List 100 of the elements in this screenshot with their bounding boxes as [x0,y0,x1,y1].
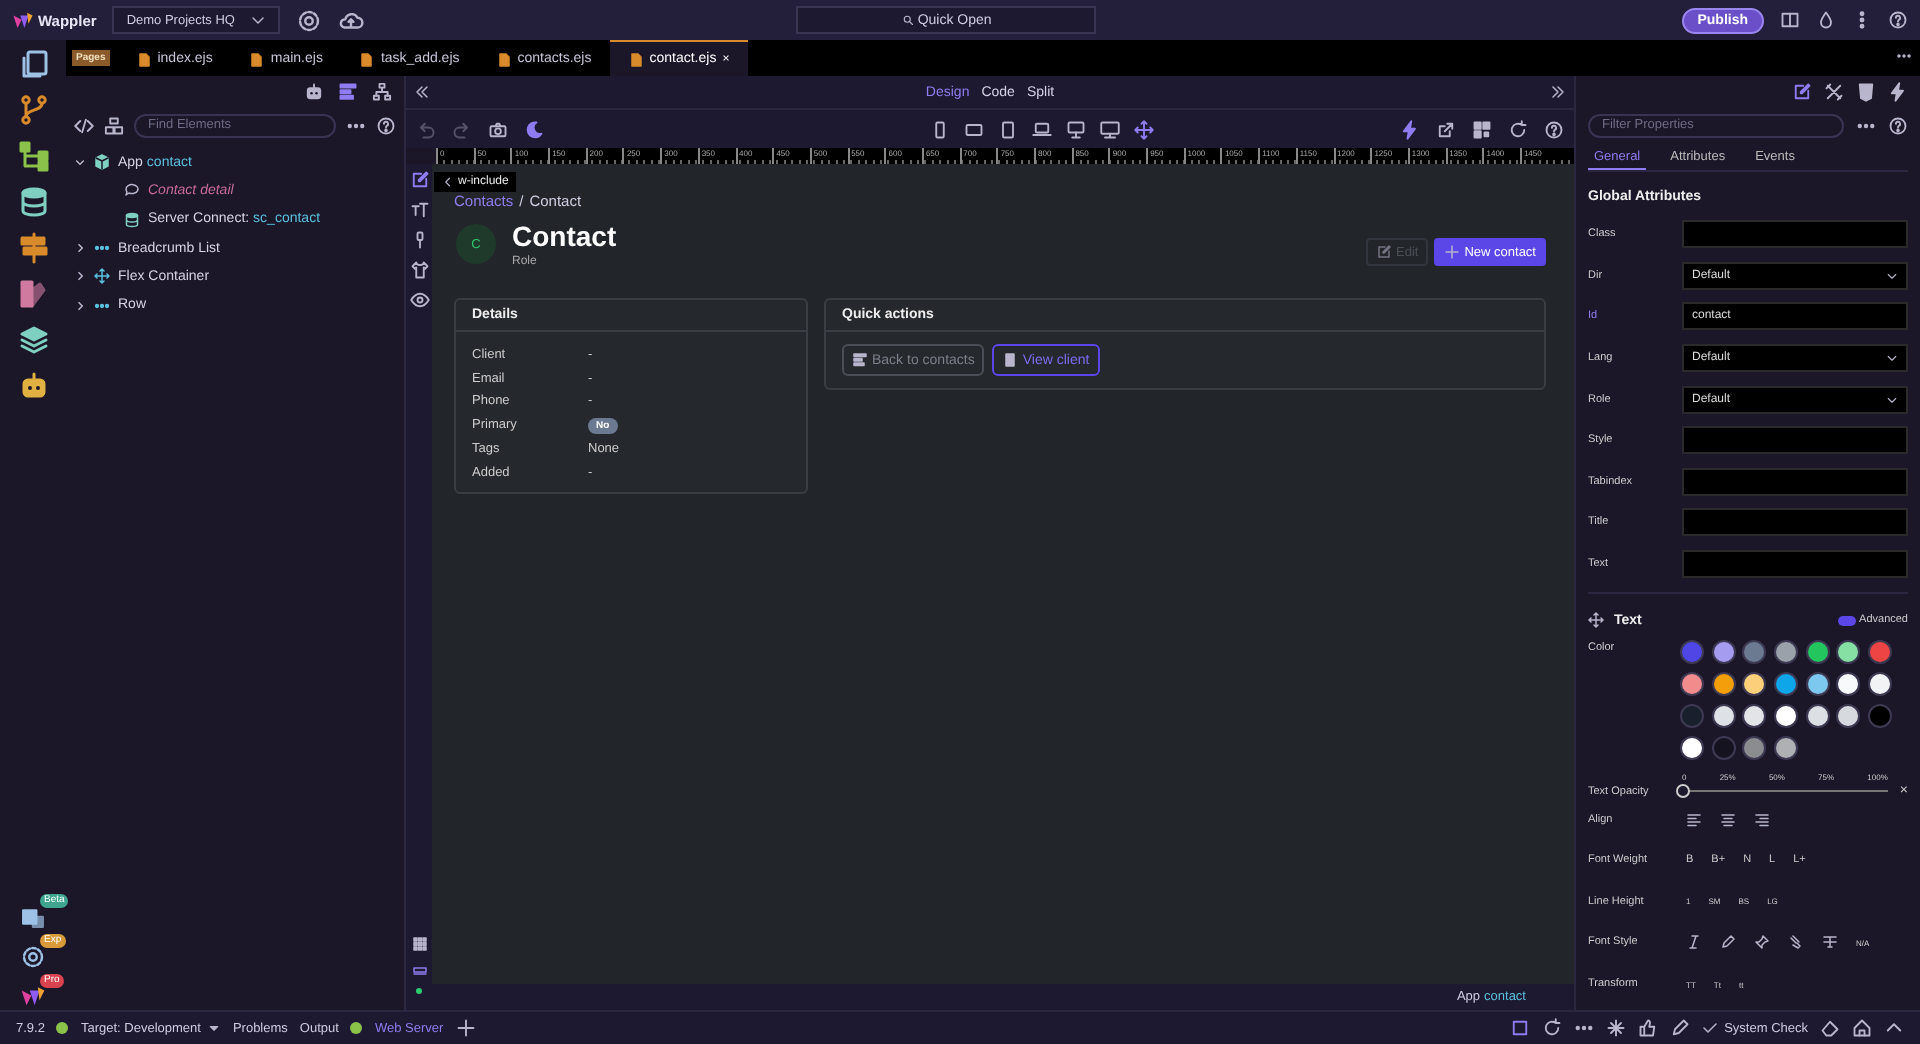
chevron-icon[interactable] [74,270,86,283]
camera-icon[interactable] [488,119,508,139]
chevron-icon[interactable] [74,156,86,169]
help-icon[interactable] [376,115,396,135]
eraser-icon[interactable] [1820,1018,1840,1038]
laptop-icon[interactable] [1032,119,1052,139]
bolt-icon[interactable] [1400,119,1420,139]
move-icon[interactable] [1134,119,1154,139]
color-swatch[interactable] [1838,706,1859,727]
color-swatch[interactable] [1713,738,1734,759]
chevron-icon[interactable] [74,299,86,312]
slider-thumb[interactable] [1676,784,1690,799]
qr-icon[interactable] [1472,119,1492,139]
gear-icon[interactable] [20,944,46,970]
thumbs-up-icon[interactable] [1638,1018,1659,1038]
grid-icon[interactable] [411,936,427,952]
phone-icon[interactable] [930,119,950,139]
tools-icon[interactable] [1824,82,1844,102]
color-swatch[interactable] [1870,674,1891,695]
align-center-icon[interactable] [1720,811,1736,828]
color-swatch[interactable] [1838,674,1859,695]
palette-icon[interactable] [17,278,49,310]
align-right-icon[interactable] [1754,811,1770,828]
monitor-icon[interactable] [1100,119,1120,139]
chevron-icon [1886,269,1898,282]
bolt-icon[interactable] [1888,82,1908,102]
move-icon[interactable] [1588,612,1604,629]
color-swatch[interactable] [1776,642,1797,663]
sitemap-icon[interactable] [372,82,392,102]
toggle-switch[interactable] [1837,615,1856,626]
input-field[interactable] [1682,426,1908,455]
desktop-icon[interactable] [1066,119,1086,139]
color-swatch[interactable] [1744,674,1765,695]
layers-icon[interactable] [17,324,49,356]
branch-icon[interactable] [17,94,49,126]
refresh-icon[interactable] [1508,119,1528,139]
gear-icon[interactable] [296,7,323,33]
help-icon[interactable] [1544,119,1564,139]
plus-icon[interactable] [455,1018,476,1038]
color-swatch[interactable] [1713,674,1734,695]
moon-icon[interactable] [524,119,544,139]
color-swatch[interactable] [1682,738,1702,759]
robot-icon[interactable] [17,370,49,402]
list-icon[interactable] [338,82,358,102]
help-icon[interactable] [1888,115,1908,135]
color-swatch[interactable] [1807,674,1828,695]
ruler-icon[interactable] [411,962,427,978]
pin-icon[interactable] [1754,934,1770,951]
color-swatch[interactable] [1807,706,1828,727]
help-icon[interactable] [1888,10,1908,30]
collapse-icon[interactable] [414,84,430,100]
input-field[interactable] [1682,220,1908,249]
square-icon[interactable] [1510,1018,1531,1038]
color-swatch[interactable] [1776,674,1797,695]
puzzle-icon[interactable] [20,904,46,930]
edit-icon[interactable] [1792,82,1812,102]
color-swatch[interactable] [1682,642,1702,663]
color-swatch[interactable] [1776,706,1797,727]
files-icon[interactable] [17,48,49,80]
code-icon[interactable] [74,115,94,135]
color-swatch[interactable] [1744,642,1765,663]
cloud-icon[interactable] [338,7,365,33]
align-left-icon[interactable] [1686,811,1702,828]
color-swatch[interactable] [1744,706,1765,727]
edit-icon[interactable] [409,170,429,190]
italic-icon[interactable] [1686,934,1702,951]
robot-icon[interactable] [304,82,324,102]
color-swatch[interactable] [1870,706,1891,727]
color-swatch[interactable] [1838,642,1859,663]
more-icon[interactable] [1896,48,1912,64]
chevron-icon[interactable] [74,242,86,255]
signpost-icon[interactable] [17,232,49,264]
text-size-icon[interactable] [409,200,429,220]
shirt-icon[interactable] [409,260,429,280]
home-icon[interactable] [1852,1018,1872,1038]
color-swatch[interactable] [1713,642,1734,663]
share-icon[interactable] [1436,119,1456,139]
strike-icon[interactable] [1822,934,1838,951]
input-field[interactable] [1682,467,1908,496]
color-swatch[interactable] [1870,642,1891,663]
logo-icon[interactable] [20,984,46,1010]
caret-icon [208,1022,221,1034]
eye-icon[interactable] [409,290,429,310]
input-field[interactable] [1682,550,1908,579]
expand-icon[interactable] [1550,84,1566,100]
component-icon[interactable] [104,115,124,135]
tree-icon[interactable] [17,140,49,172]
color-swatch[interactable] [1807,642,1828,663]
color-swatch[interactable] [1682,674,1702,695]
drop-icon[interactable] [1816,10,1836,30]
color-swatch[interactable] [1713,706,1734,727]
input-field[interactable] [1682,508,1908,537]
columns-icon[interactable] [1780,10,1800,30]
refresh-icon[interactable] [1542,1018,1563,1038]
color-swatch[interactable] [1744,738,1765,759]
sparkle-icon[interactable] [1606,1018,1627,1038]
pencil-icon[interactable] [1720,934,1736,951]
database-icon[interactable] [17,186,49,218]
color-swatch[interactable] [1682,706,1702,727]
color-swatch[interactable] [1776,738,1797,759]
